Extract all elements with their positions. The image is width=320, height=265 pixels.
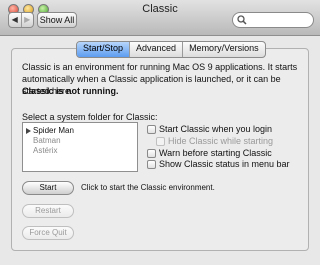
classic-status: Classic is not running. [22, 86, 119, 96]
start-on-login-checkbox[interactable] [147, 125, 156, 134]
list-item[interactable]: Astérix [33, 146, 57, 156]
restart-button[interactable]: Restart [22, 204, 74, 218]
show-status-menubar-label: Show Classic status in menu bar [159, 159, 290, 169]
forward-button[interactable]: ▶ [20, 13, 34, 27]
disclosure-triangle-icon[interactable] [26, 128, 31, 134]
system-folder-list[interactable]: Spider Man Batman Astérix [22, 122, 138, 172]
start-hint: Click to start the Classic environment. [81, 183, 215, 192]
tab-advanced[interactable]: Advanced [129, 42, 182, 57]
preferences-window: Classic ◀ ▶ Show All Start/Stop Advanced… [0, 0, 320, 265]
title-bar: Classic ◀ ▶ Show All [0, 0, 320, 36]
show-status-menubar-checkbox[interactable] [147, 160, 156, 169]
tab-start-stop[interactable]: Start/Stop [77, 42, 130, 57]
list-item[interactable]: Batman [33, 136, 61, 146]
warn-before-starting-checkbox[interactable] [147, 149, 156, 158]
show-all-button[interactable]: Show All [37, 12, 77, 28]
force-quit-button[interactable]: Force Quit [22, 226, 74, 240]
hide-while-starting-label: Hide Classic while starting [168, 136, 274, 146]
list-item[interactable]: Spider Man [33, 126, 74, 136]
nav-buttons: ◀ ▶ [8, 12, 34, 28]
start-button[interactable]: Start [22, 181, 74, 195]
tab-memory-versions[interactable]: Memory/Versions [182, 42, 265, 57]
system-folder-label: Select a system folder for Classic: [22, 112, 158, 122]
search-icon [237, 15, 247, 25]
start-on-login-label: Start Classic when you login [159, 124, 273, 134]
back-button[interactable]: ◀ [9, 13, 21, 27]
warn-before-starting-label: Warn before starting Classic [159, 148, 272, 158]
search-field[interactable] [232, 12, 314, 28]
tab-bar: Start/Stop Advanced Memory/Versions [76, 41, 266, 58]
hide-while-starting-checkbox[interactable] [156, 137, 165, 146]
